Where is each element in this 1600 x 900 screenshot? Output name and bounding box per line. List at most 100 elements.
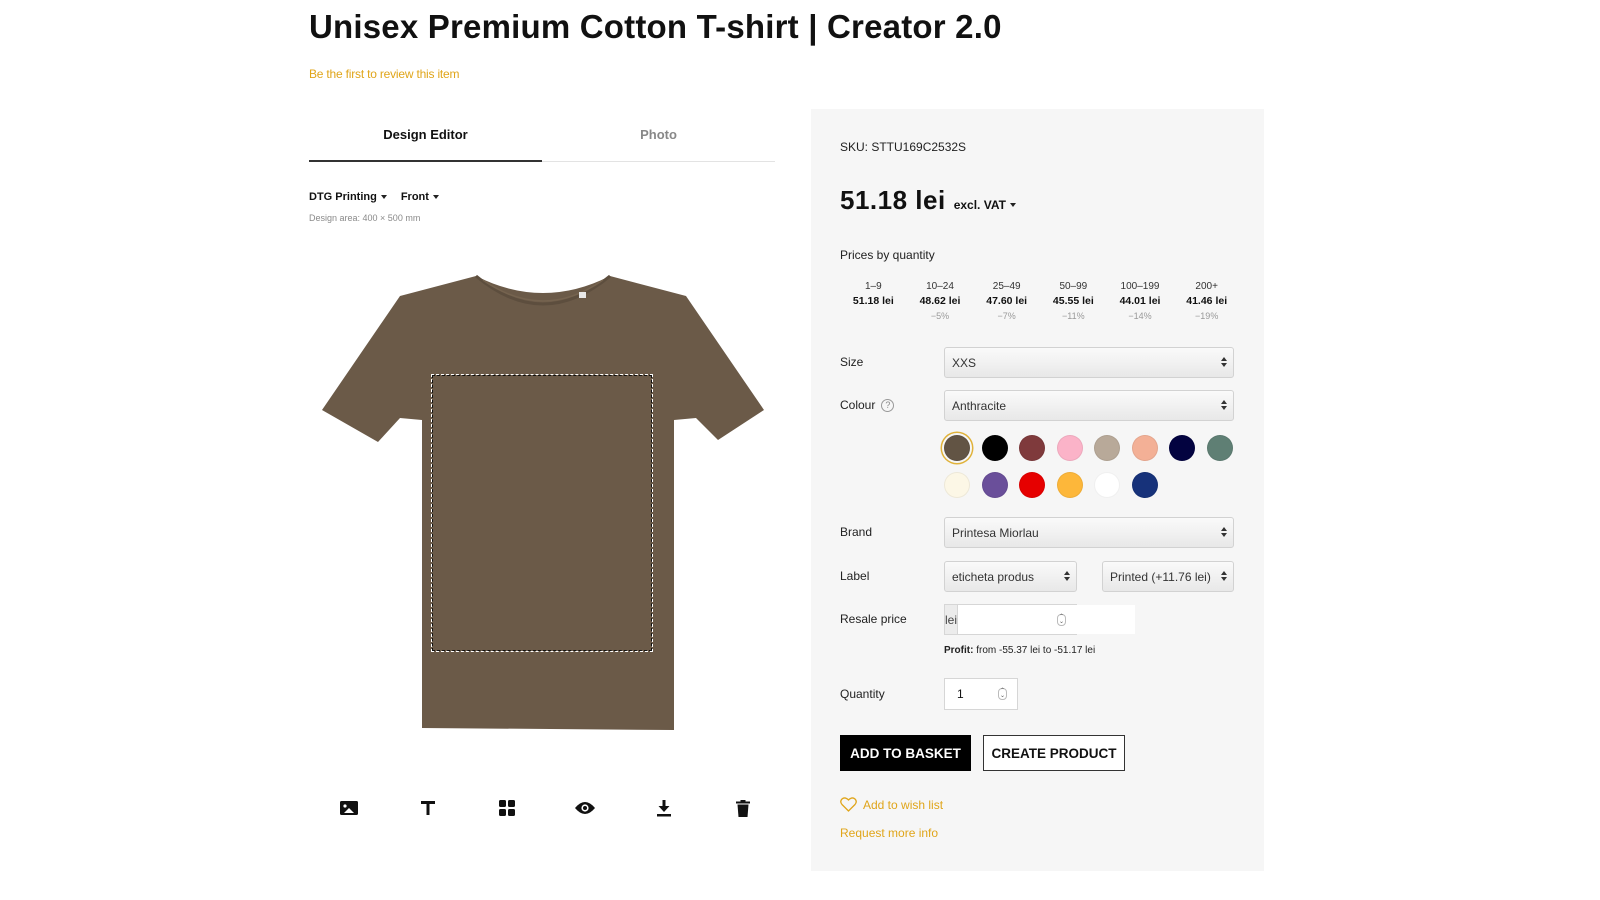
prices-by-quantity-title: Prices by quantity xyxy=(840,248,935,262)
colour-swatch[interactable] xyxy=(944,472,970,498)
colour-swatch[interactable] xyxy=(1206,435,1233,461)
colour-swatch[interactable] xyxy=(1169,435,1195,461)
colour-swatch[interactable] xyxy=(981,472,1008,498)
tier-range: 1–9 xyxy=(864,281,882,292)
colour-swatch[interactable] xyxy=(1019,472,1045,498)
colour-swatch[interactable] xyxy=(1019,435,1045,461)
tier-price: 51.18 lei xyxy=(852,295,894,307)
select-arrows-icon xyxy=(1221,527,1227,537)
preview-button[interactable] xyxy=(573,796,597,820)
select-arrows-icon xyxy=(1221,400,1227,410)
tier-discount: −11% xyxy=(1062,311,1085,321)
label-value: eticheta produs xyxy=(952,569,1035,584)
profit-info: Profit: from -55.37 lei to -51.17 lei xyxy=(944,645,1095,656)
vat-label: excl. VAT xyxy=(953,198,1006,212)
tier-price: 44.01 lei xyxy=(1119,295,1161,307)
trash-icon xyxy=(735,799,750,817)
spinner-icon[interactable]: ⌃ ⌄ xyxy=(1057,614,1066,626)
brand-label: Brand xyxy=(840,525,873,539)
side-dropdown[interactable]: Front xyxy=(401,191,439,203)
colour-swatch[interactable] xyxy=(1094,435,1120,461)
colour-select[interactable]: Anthracite xyxy=(944,390,1234,421)
tier-discount: −5% xyxy=(930,311,950,321)
resale-price-input[interactable] xyxy=(958,605,1136,634)
request-more-info-link[interactable]: Request more info xyxy=(840,826,938,840)
add-to-basket-button[interactable]: ADD TO BASKET xyxy=(840,735,971,771)
size-value: XXS xyxy=(952,355,977,370)
select-arrows-icon xyxy=(1064,571,1070,581)
delete-button[interactable] xyxy=(731,796,755,820)
editor-toolbar xyxy=(309,796,775,820)
price-block: 51.18 lei excl. VAT xyxy=(840,185,1016,216)
size-select[interactable]: XXS xyxy=(944,347,1234,378)
tier-price: 47.60 lei xyxy=(986,295,1028,307)
label-option-value: Printed (+11.76 lei) xyxy=(1110,569,1211,584)
brand-select[interactable]: Printesa Miorlau xyxy=(944,517,1234,548)
print-area-boundary[interactable] xyxy=(431,374,653,652)
tier-range: 50–99 xyxy=(1059,281,1088,292)
price-tier: 100–199 44.01 lei −14% xyxy=(1107,279,1174,324)
eye-icon xyxy=(575,802,596,814)
download-button[interactable] xyxy=(652,796,676,820)
tab-photo[interactable]: Photo xyxy=(542,110,775,161)
colour-value: Anthracite xyxy=(952,398,1007,413)
price-value: 51.18 lei xyxy=(840,185,946,215)
print-method-dropdown[interactable]: DTG Printing xyxy=(309,191,387,203)
label-select[interactable]: eticheta produs xyxy=(944,561,1077,592)
price-tiers: 1–9 51.18 lei 10–24 48.62 lei −5% 25–49 47.6… xyxy=(840,279,1240,324)
create-product-button[interactable]: CREATE PRODUCT xyxy=(983,735,1125,771)
colour-swatch[interactable] xyxy=(1131,435,1158,461)
tier-range: 25–49 xyxy=(992,281,1021,292)
templates-button[interactable] xyxy=(495,796,519,820)
side-label: Front xyxy=(400,191,429,203)
product-title: Unisex Premium Cotton T-shirt | Creator … xyxy=(309,8,1002,45)
print-method-label: DTG Printing xyxy=(309,191,377,203)
colour-label-row: Colour ? xyxy=(840,398,895,412)
colour-swatch[interactable] xyxy=(1056,472,1083,498)
colour-label: Colour xyxy=(840,398,876,412)
tier-discount: −7% xyxy=(997,311,1016,321)
print-options: DTG Printing Front xyxy=(309,191,439,203)
quantity-value: 1 xyxy=(957,687,964,701)
design-area-info: Design area: 400 × 500 mm xyxy=(309,213,421,223)
resale-price-label: Resale price xyxy=(840,612,907,626)
quantity-stepper[interactable]: 1 ⌃ ⌄ xyxy=(944,678,1018,710)
label-option-select[interactable]: Printed (+11.76 lei) xyxy=(1102,561,1234,592)
add-text-button[interactable] xyxy=(416,796,440,820)
review-link[interactable]: Be the first to review this item xyxy=(309,67,460,81)
vat-dropdown[interactable]: excl. VAT xyxy=(954,198,1016,212)
caret-down-icon xyxy=(1009,203,1016,207)
select-arrows-icon xyxy=(1221,571,1227,581)
text-icon xyxy=(420,801,435,815)
currency-addon: lei xyxy=(945,605,959,634)
colour-swatch[interactable] xyxy=(1094,472,1120,498)
heart-icon xyxy=(840,797,857,812)
tier-discount: −14% xyxy=(1128,311,1152,321)
profit-label: Profit: xyxy=(944,645,974,656)
label-label: Label xyxy=(840,569,870,583)
download-icon xyxy=(657,799,672,816)
tab-design-editor[interactable]: Design Editor xyxy=(309,110,542,162)
add-image-button[interactable] xyxy=(337,796,361,820)
tier-range: 200+ xyxy=(1195,281,1218,292)
price-tier: 25–49 47.60 lei −7% xyxy=(973,279,1040,324)
spinner-icon[interactable]: ⌃ ⌄ xyxy=(998,688,1007,700)
shirt-canvas[interactable] xyxy=(318,270,768,740)
profit-range: from -55.37 lei to -51.17 lei xyxy=(973,645,1096,656)
colour-swatch[interactable] xyxy=(1056,435,1083,461)
tier-price: 41.46 lei xyxy=(1186,295,1228,307)
image-icon xyxy=(340,801,358,815)
quantity-label: Quantity xyxy=(840,687,885,701)
tier-range: 10–24 xyxy=(926,281,954,292)
colour-swatch[interactable] xyxy=(981,435,1008,461)
caret-down-icon xyxy=(380,195,387,199)
colour-swatches xyxy=(944,435,1244,498)
help-icon[interactable]: ? xyxy=(881,398,895,412)
price-tier: 50–99 45.55 lei −11% xyxy=(1040,279,1107,324)
colour-swatch[interactable] xyxy=(944,435,970,461)
tier-discount: −19% xyxy=(1195,311,1219,321)
resale-price-field: lei ⌃ ⌄ xyxy=(944,604,1136,635)
add-to-wish-list-link[interactable]: Add to wish list xyxy=(840,797,943,812)
select-arrows-icon xyxy=(1221,357,1227,367)
colour-swatch[interactable] xyxy=(1131,472,1158,498)
